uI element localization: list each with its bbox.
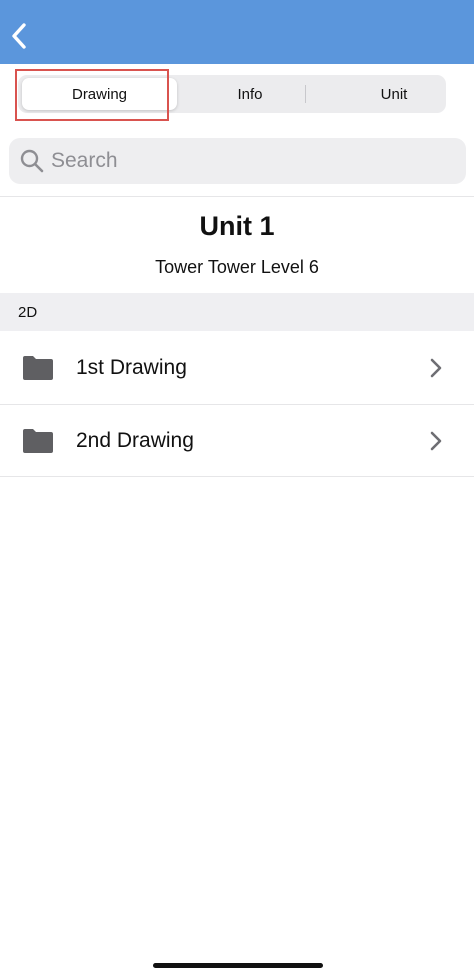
section-header-label: 2D xyxy=(18,303,38,321)
list-item-1st-drawing[interactable]: 1st Drawing xyxy=(0,332,474,404)
navigation-bar xyxy=(0,0,474,64)
chevron-right-icon xyxy=(430,431,442,451)
tab-unit[interactable]: Unit xyxy=(324,75,464,113)
back-button[interactable] xyxy=(2,16,36,56)
home-indicator[interactable] xyxy=(153,963,323,968)
tab-info[interactable]: Info xyxy=(178,75,322,113)
page-subtitle: Tower Tower Level 6 xyxy=(155,257,319,277)
search-input[interactable] xyxy=(51,149,431,173)
tab-drawing[interactable]: Drawing xyxy=(22,78,177,110)
folder-icon xyxy=(23,356,53,380)
list-item-label: 2nd Drawing xyxy=(76,429,194,452)
page-title: Unit 1 xyxy=(199,211,275,241)
chevron-left-icon xyxy=(12,23,26,49)
divider xyxy=(0,196,474,197)
screen: Drawing Info Unit Unit 1 Tower Tower Lev… xyxy=(0,0,474,977)
segmented-control: Drawing Info Unit xyxy=(18,75,446,113)
search-bar[interactable] xyxy=(9,138,466,184)
divider xyxy=(0,476,474,477)
search-icon xyxy=(20,149,44,173)
segment-divider xyxy=(305,85,306,103)
list-item-label: 1st Drawing xyxy=(76,356,187,379)
section-header: 2D xyxy=(0,293,474,331)
folder-icon xyxy=(23,429,53,453)
chevron-right-icon xyxy=(430,358,442,378)
list-item-2nd-drawing[interactable]: 2nd Drawing xyxy=(0,405,474,477)
